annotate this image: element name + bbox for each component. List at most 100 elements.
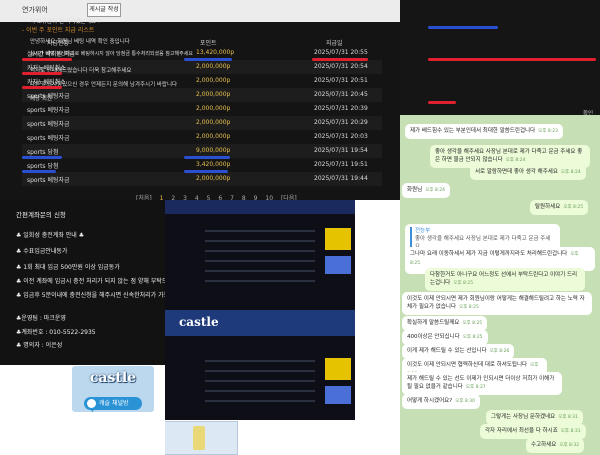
row-date: 2025/07/31 19:51 (314, 161, 368, 168)
chat-message[interactable]: 다참한거도 아니구요 어느정도 선에서 부탁드린다고 이야기 드리는겁니다 오후 … (425, 268, 585, 291)
message-time: 오후 8:25 (462, 335, 483, 340)
info-line: ♣ 입금후 5분이내에 충전신청을 해주시면 신속한처리가 가능합니다 (16, 292, 186, 299)
underline-blue (22, 170, 56, 173)
write-post-button[interactable]: 게시글 작성 (87, 3, 121, 17)
info-line: ♣ 수표입금안내동가 (16, 248, 68, 255)
row-date: 2025/07/31 20:54 (314, 63, 368, 70)
underline-blue (184, 58, 232, 61)
row-date: 2025/07/31 20:45 (314, 91, 368, 98)
underline-blue (428, 26, 498, 29)
banner-image (325, 386, 351, 404)
board-label: 연가위어 (22, 6, 48, 14)
row-type: sports 베팅자금 (27, 107, 70, 114)
chat-message[interactable]: 서로 알람하면데 좋아 생각 해주세요 오후 8:24 (470, 165, 586, 180)
chat-message[interactable]: 이게 제가 해드릴 수 있는 선입니다 오후 8:26 (402, 344, 515, 359)
underline-red (22, 58, 72, 61)
info-line: ♣계좌번호 : 010-5522-2935 (16, 329, 96, 336)
telegram-icon (87, 399, 96, 413)
chat-message[interactable]: 탈원하세요 오후 8:25 (530, 200, 589, 215)
table-row[interactable]: sports 베팅자금 2,000,000p 2025/07/31 20:03 (22, 130, 382, 144)
chat-message[interactable]: 수고하세요 오후 8:32 (526, 438, 585, 453)
message-text: 각자 자리에서 최선을 다 하시죠 (485, 428, 558, 434)
chat-message[interactable]: 400이상은 안되십니다 오후 8:25 (402, 330, 488, 345)
message-time: 오후 8:26 (489, 349, 510, 354)
table-row[interactable]: sports 베팅자금 2,000,000p 2025/07/31 19:44 (22, 172, 382, 186)
notice-line: 저 보유금이 왠 사라졌는데요 ? (30, 19, 101, 25)
underline-red (22, 72, 62, 75)
chat-message[interactable]: 제가 배드힘수 있는 부분인데서 최대한 말씀드린겁니다 오후 8:23 (405, 124, 563, 139)
info-line: ♣ 1회 최대 입금 500만원 이상 입금동가 (16, 264, 120, 271)
info-title: 간편계좌문의 신청 (16, 211, 66, 219)
info-line: ♣운영팀 : 마크운영 (16, 315, 66, 322)
message-time: 오후 8:25 (459, 305, 479, 310)
banner-thumbnail (193, 426, 205, 450)
message-text: 그나마 요래 이동하세서 제가 지금 이렇게까지라도 처리해드린겁니다 (410, 251, 568, 257)
info-line: ♣ 명의자 : 이은성 (16, 342, 63, 349)
message-time: 오후 8:31 (558, 415, 579, 420)
row-type: sports 베팅자금 (27, 135, 70, 142)
underline-red (22, 86, 62, 89)
row-date: 2025/07/31 20:29 (314, 119, 368, 126)
message-time: 오후 8:23 (538, 129, 558, 134)
row-points: 2,000,000p (196, 91, 231, 98)
message-time: 오후 8:24 (425, 188, 446, 193)
castle-logo: castle (89, 370, 137, 386)
message-time: 오후 8:27 (465, 385, 486, 390)
banner-image (325, 256, 351, 274)
message-time: 오후 8:25 (453, 281, 474, 286)
notice-line: 안녕하세요 회원님 베팅 내역 확인 중입니다 (30, 39, 130, 45)
chat-message[interactable]: 그렇게는 사장님 문하겠네요 오후 8:31 (486, 410, 584, 425)
row-points: 2,000,000p (196, 133, 231, 140)
message-time: 오후 8:25 (563, 205, 584, 210)
brand-logo: castle (179, 315, 219, 329)
reply-author: 전능부 (415, 228, 431, 234)
row-points: 2,000,000p (196, 77, 231, 84)
row-date: 2025/07/31 19:54 (314, 147, 368, 154)
row-type: sports 당첨 (27, 149, 59, 156)
chat-message[interactable]: 화원님 오후 8:24 (402, 183, 450, 198)
chat-message[interactable]: 각자 자리에서 최선을 다 하시죠 오후 8:31 (480, 424, 586, 439)
banner-image (325, 358, 351, 380)
underline-red (428, 58, 596, 61)
underline-blue (22, 156, 62, 159)
message-time: 오후 8:30 (455, 399, 475, 404)
chat-message[interactable]: 이것도 이제 안되시면 제가 회원님이랑 어떻게는 해결해드릴려고 하는 노력 … (402, 292, 592, 315)
underline-blue (184, 170, 228, 173)
message-time: 오후 8:24 (560, 170, 581, 175)
message-text: 화원님 (407, 187, 423, 193)
underline-red (428, 101, 456, 104)
message-time: 오후 8:32 (559, 443, 580, 448)
info-line: ♣ 일회성 충전계좌 안내 ♣ (16, 232, 85, 239)
message-text: 탈원하세요 (535, 204, 561, 210)
row-type: sports 당첨 (27, 163, 59, 170)
list-title: - 이번 주 포인트 지급 리스트 (22, 27, 95, 34)
message-text: 그렇게는 사장님 문하겠네요 (491, 414, 556, 420)
row-date: 2025/07/31 20:51 (314, 77, 368, 84)
underline-blue (184, 156, 230, 159)
message-text: 이것도 이제 안되시면 협력하신데 대로 하셔도됩니다 (407, 362, 528, 368)
message-text: 어떻게 하시겠어요? (407, 398, 453, 404)
row-points: 2,000,000p (196, 105, 231, 112)
message-text: 확실하게 말씀드릴께요 (407, 320, 460, 326)
row-date: 2025/07/31 19:44 (314, 175, 368, 182)
table-row[interactable]: sports 베팅자금 2,000,000p 2025/07/31 20:45 (22, 88, 382, 102)
notice-line: 해당 회원 (30, 96, 52, 102)
chat-message[interactable]: 어떻게 하시겠어요? 오후 8:30 (402, 394, 480, 409)
row-date: 2025/07/31 20:39 (314, 105, 368, 112)
row-date: 2025/07/31 20:55 (314, 49, 368, 56)
underline-red (312, 58, 368, 61)
row-points: 3,420,000p (196, 161, 231, 168)
message-text: 400이상은 안되십니다 (407, 334, 460, 340)
row-points: 2,000,000p (196, 119, 231, 126)
message-text: 서로 알람하면데 좋아 생각 해주세요 (475, 169, 558, 175)
table-row[interactable]: sports 베팅자금 2,000,000p 2025/07/31 20:29 (22, 116, 382, 130)
row-date: 2025/07/31 20:03 (314, 133, 368, 140)
chat-message[interactable]: 확실하게 말씀드릴께요 오후 8:25 (402, 316, 488, 331)
table-row[interactable]: sports 베팅자금 2,000,000p 2025/07/31 20:39 (22, 102, 382, 116)
message-time: 오후 8:25 (462, 321, 483, 326)
chat-message[interactable]: 제가 해드릴 수 있는 선도 이제가 인되시면 더이상 저희가 이해가 될 필요… (402, 372, 562, 395)
row-points: 9,000,000p (196, 147, 231, 154)
site-screenshot-top (165, 200, 355, 310)
message-text: 수고하세요 (531, 442, 557, 448)
row-points: 2,000,000p (196, 63, 231, 70)
